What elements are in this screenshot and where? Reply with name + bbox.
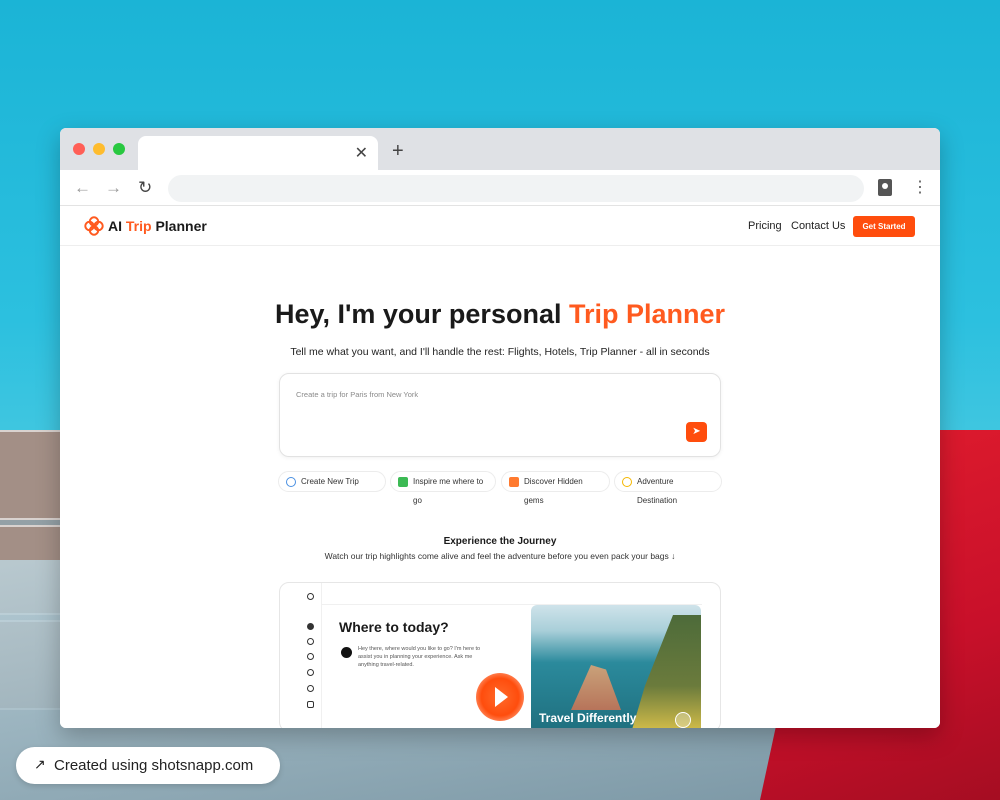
plane-icon bbox=[398, 477, 408, 487]
preview-topbar bbox=[322, 583, 702, 605]
photo-town bbox=[571, 665, 621, 710]
photo-cliff bbox=[631, 615, 701, 728]
kebab-menu-icon[interactable]: ⋮ bbox=[912, 177, 928, 197]
preview-title: Where to today? bbox=[339, 619, 449, 635]
forward-arrow-icon[interactable]: → bbox=[105, 178, 122, 198]
web-page: AI Trip Planner Pricing Contact Us Get S… bbox=[60, 206, 940, 728]
logo-text[interactable]: AI Trip Planner bbox=[108, 218, 207, 234]
globe-icon bbox=[286, 477, 296, 487]
preview-sidebar bbox=[300, 583, 322, 728]
reload-icon[interactable]: ↻ bbox=[138, 178, 152, 198]
hero-title: Hey, I'm your personal Trip Planner bbox=[60, 299, 940, 330]
chip-label: Discover Hidden gems bbox=[524, 477, 583, 505]
external-link-icon: ↗ bbox=[34, 756, 46, 772]
settings-icon bbox=[307, 685, 314, 692]
chat-icon bbox=[307, 623, 314, 630]
profile-icon[interactable] bbox=[878, 179, 892, 196]
chip-adventure-destination[interactable]: Adventure Destination bbox=[614, 471, 722, 505]
plus-icon[interactable]: + bbox=[392, 140, 404, 163]
prompt-placeholder: Create a trip for Paris from New York bbox=[296, 390, 419, 399]
chip-label: Create New Trip bbox=[301, 477, 359, 486]
send-button[interactable]: ➤ bbox=[686, 422, 707, 442]
preview-photo: Travel Differently bbox=[531, 605, 701, 728]
browser-toolbar: ← → ↻ ⋮ bbox=[60, 170, 940, 206]
nav-pricing-link[interactable]: Pricing bbox=[748, 220, 782, 232]
landmark-icon bbox=[509, 477, 519, 487]
logo-accent: Trip bbox=[125, 218, 152, 234]
window-minimize-dot[interactable] bbox=[93, 143, 105, 155]
sparkle-icon bbox=[307, 593, 314, 600]
logo-prefix: AI bbox=[108, 218, 122, 234]
bell-icon bbox=[307, 653, 314, 660]
hero-title-prefix: Hey, I'm your personal bbox=[274, 299, 562, 329]
back-arrow-icon[interactable]: ← bbox=[74, 178, 91, 198]
browser-window: ✕ + ← → ↻ ⋮ AI Trip Planner Pricing Cont… bbox=[60, 128, 940, 728]
logo-icon[interactable] bbox=[84, 216, 104, 236]
play-square-icon bbox=[307, 701, 314, 708]
play-button[interactable] bbox=[476, 673, 524, 721]
avatar bbox=[341, 647, 352, 658]
browser-tab[interactable]: ✕ bbox=[138, 136, 378, 170]
video-preview[interactable]: Where to today? Hey there, where would y… bbox=[279, 582, 721, 728]
arrow-down-icon: ↓ bbox=[671, 551, 676, 561]
chip-discover-hidden-gems[interactable]: Discover Hidden gems bbox=[501, 471, 610, 505]
chip-label: Inspire me where to go bbox=[413, 477, 484, 505]
journey-subtitle: Watch our trip highlights come alive and… bbox=[60, 551, 940, 561]
window-close-dot[interactable] bbox=[73, 143, 85, 155]
bag-icon bbox=[307, 669, 314, 676]
get-started-button[interactable]: Get Started bbox=[853, 216, 915, 237]
tab-bar: ✕ + bbox=[60, 128, 940, 170]
site-header: AI Trip Planner Pricing Contact Us Get S… bbox=[60, 206, 940, 246]
prompt-input[interactable]: Create a trip for Paris from New York ➤ bbox=[279, 373, 721, 457]
address-bar[interactable] bbox=[168, 175, 864, 202]
play-icon[interactable] bbox=[675, 712, 691, 728]
chip-inspire-me[interactable]: Inspire me where to go bbox=[390, 471, 496, 505]
hero-subtitle: Tell me what you want, and I'll handle t… bbox=[290, 346, 710, 358]
chip-label: Adventure Destination bbox=[637, 477, 678, 505]
heart-icon bbox=[307, 638, 314, 645]
close-icon[interactable]: ✕ bbox=[355, 143, 368, 163]
window-maximize-dot[interactable] bbox=[113, 143, 125, 155]
shotsnapp-badge[interactable]: ↗ Created using shotsnapp.com bbox=[16, 747, 280, 784]
journey-title: Experience the Journey bbox=[443, 536, 557, 547]
compass-icon bbox=[622, 477, 632, 487]
badge-text: Created using shotsnapp.com bbox=[54, 757, 254, 774]
preview-text: Hey there, where would you like to go? I… bbox=[358, 646, 481, 668]
nav-contact-link[interactable]: Contact Us bbox=[791, 220, 845, 232]
journey-subtitle-text: Watch our trip highlights come alive and… bbox=[324, 551, 669, 561]
logo-suffix: Planner bbox=[155, 218, 207, 234]
chip-create-new-trip[interactable]: Create New Trip bbox=[278, 471, 386, 492]
photo-caption: Travel Differently bbox=[539, 711, 637, 725]
hero-title-accent: Trip Planner bbox=[568, 299, 726, 329]
